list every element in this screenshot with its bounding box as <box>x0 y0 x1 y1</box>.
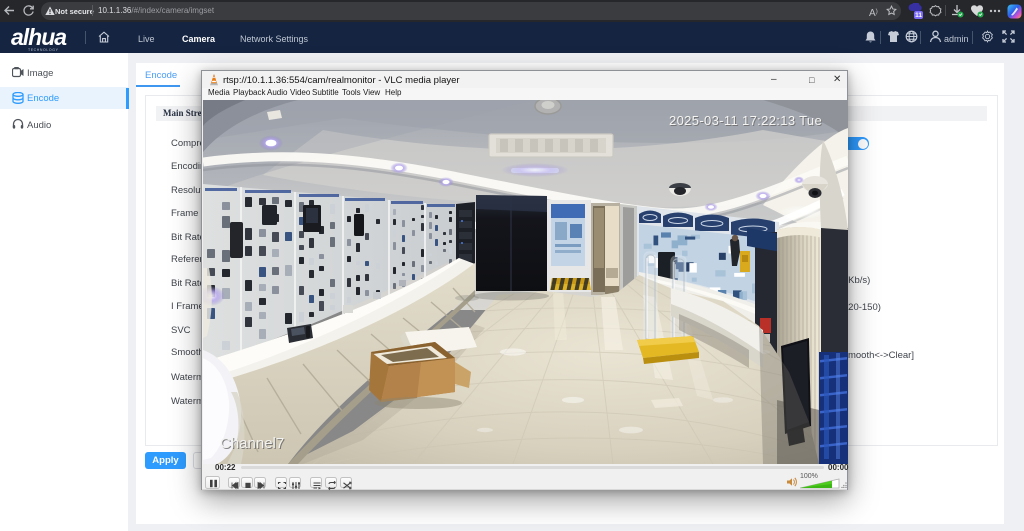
svg-text:Channel7: Channel7 <box>220 435 284 452</box>
svg-text:2025-03-11 17:22:13 Tue: 2025-03-11 17:22:13 Tue <box>669 113 822 128</box>
svg-text:11: 11 <box>915 12 922 19</box>
